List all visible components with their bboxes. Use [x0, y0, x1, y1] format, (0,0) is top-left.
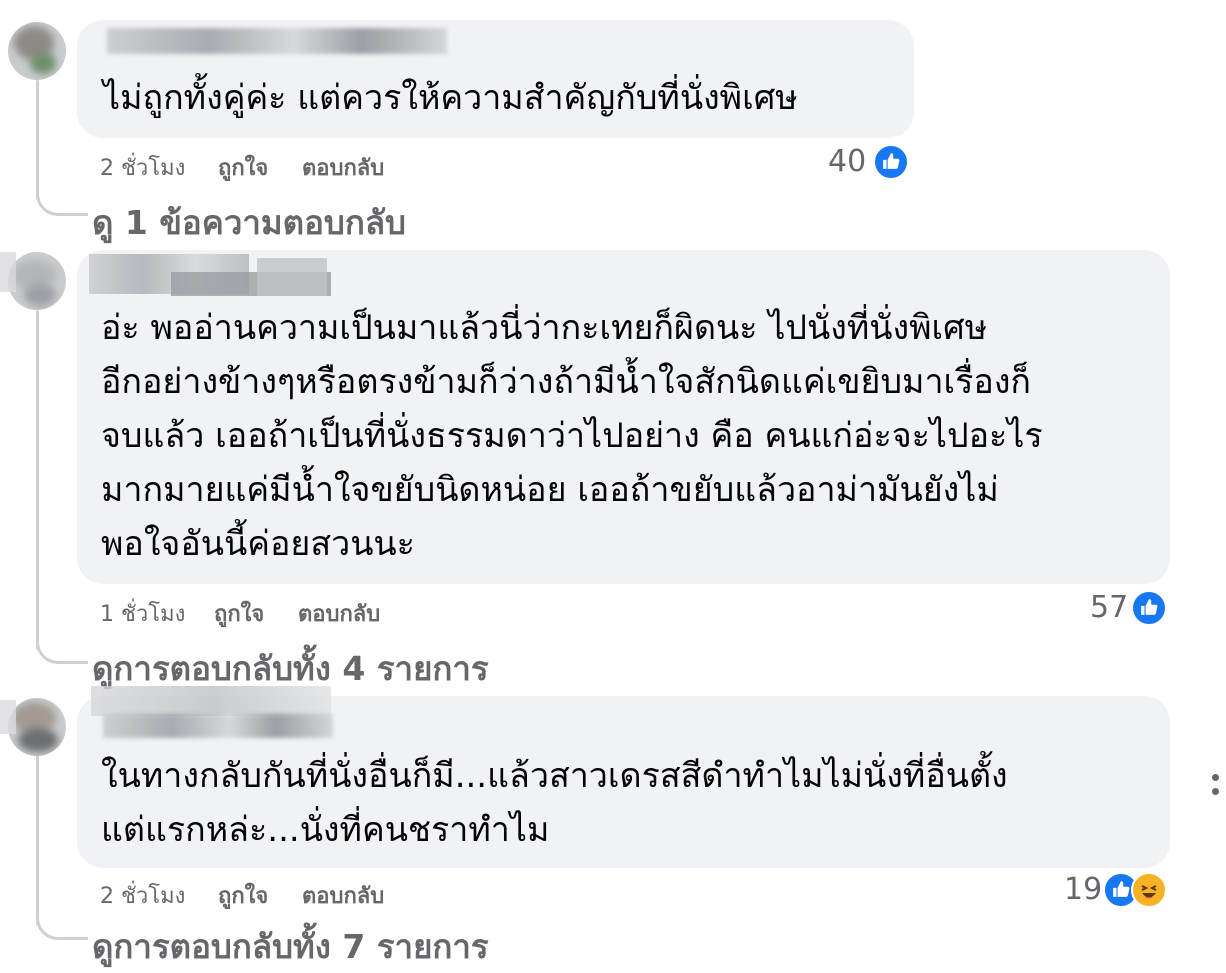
avatar[interactable]	[8, 22, 66, 80]
reaction-count[interactable]: 57	[1090, 590, 1128, 625]
reaction-count[interactable]: 40	[828, 144, 866, 179]
view-replies-link[interactable]: ดูการตอบกลับทั้ง 7 รายการ	[92, 920, 489, 973]
comment-text-line: มากมายแค่มีน้ำใจขยับนิดหน่อย เออถ้าขยับแ…	[101, 470, 999, 510]
thread-line	[36, 80, 39, 200]
thread-connector	[36, 636, 88, 664]
like-icon	[873, 144, 909, 180]
thread-line	[36, 310, 39, 650]
like-icon	[1131, 590, 1167, 626]
avatar[interactable]	[8, 252, 66, 310]
haha-icon	[1131, 872, 1167, 908]
comment-text-line: ในทางกลับกันที่นั่งอื่นก็มี...แล้วสาวเดร…	[101, 756, 1008, 796]
thread-line	[36, 755, 39, 925]
comment-text: ไม่ถูกทั้งคู่ค่ะ แต่ควรให้ความสำคัญกับที…	[103, 78, 798, 118]
comment-time[interactable]: 2 ชั่วโมง	[100, 150, 185, 185]
more-options-icon-dot	[1212, 788, 1219, 795]
comment-text-line: จบแล้ว เออถ้าเป็นที่นั่งธรรมดาว่าไปอย่าง…	[101, 416, 1043, 456]
pixelated-name	[0, 252, 16, 292]
more-options-icon[interactable]	[1212, 774, 1219, 781]
pixelated-name	[0, 700, 16, 734]
reply-button[interactable]: ตอบกลับ	[298, 596, 380, 631]
thread-connector	[36, 912, 88, 940]
comment-text-line: อีกอย่างข้างๆหรือตรงข้ามก็ว่างถ้ามีน้ำใจ…	[101, 362, 1032, 402]
like-button[interactable]: ถูกใจ	[218, 878, 268, 913]
comment-text-line: อ่ะ พออ่านความเป็นมาแล้วนี่ว่ากะเทยก็ผิด…	[101, 308, 988, 348]
like-button[interactable]: ถูกใจ	[218, 150, 268, 185]
reaction-count[interactable]: 19	[1064, 872, 1102, 907]
name-redaction-block	[103, 714, 333, 738]
commenter-name-redacted[interactable]	[91, 686, 331, 716]
like-button[interactable]: ถูกใจ	[214, 596, 264, 631]
thread-connector	[36, 188, 88, 216]
comment-bubble: อ่ะ พออ่านความเป็นมาแล้วนี่ว่ากะเทยก็ผิด…	[77, 250, 1170, 584]
commenter-name-redacted[interactable]	[107, 28, 447, 54]
comment-time[interactable]: 2 ชั่วโมง	[100, 878, 185, 913]
name-redaction-block	[257, 258, 327, 296]
comment-bubble: ไม่ถูกทั้งคู่ค่ะ แต่ควรให้ความสำคัญกับที…	[77, 20, 914, 138]
reply-button[interactable]: ตอบกลับ	[302, 878, 384, 913]
view-replies-link[interactable]: ดู 1 ข้อความตอบกลับ	[92, 196, 406, 249]
avatar[interactable]	[8, 698, 66, 756]
comment-text-line: พอใจอันนี้ค่อยสวนนะ	[101, 524, 415, 564]
comment-text-line: แต่แรกหล่ะ...นั่งที่คนชราทำไม	[101, 810, 550, 850]
comment-time[interactable]: 1 ชั่วโมง	[100, 596, 185, 631]
reply-button[interactable]: ตอบกลับ	[302, 150, 384, 185]
comment-bubble: ในทางกลับกันที่นั่งอื่นก็มี...แล้วสาวเดร…	[77, 686, 1170, 868]
